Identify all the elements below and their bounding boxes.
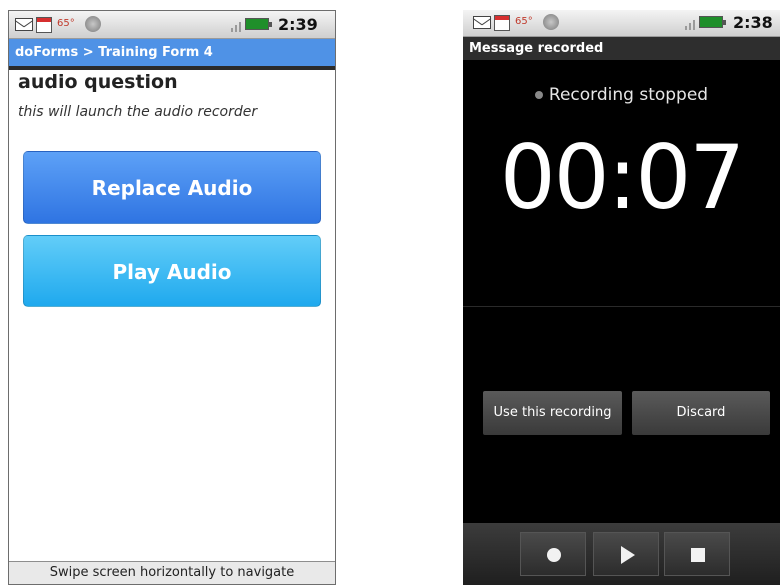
weather-icon <box>543 14 559 30</box>
weather-icon <box>85 16 101 32</box>
temperature-text: 65° <box>515 16 533 27</box>
use-recording-button[interactable]: Use this recording <box>483 391 622 435</box>
calendar-icon <box>494 15 510 31</box>
recording-status-text: Recording stopped <box>548 85 709 105</box>
calendar-icon <box>36 17 52 33</box>
record-icon <box>547 548 561 562</box>
status-bar: 65° 2:38 PM <box>463 10 780 50</box>
record-button[interactable] <box>520 532 586 576</box>
clock-time: 2:38 <box>733 13 773 32</box>
discard-button[interactable]: Discard <box>632 391 770 435</box>
status-dot-icon <box>534 91 543 99</box>
clock-time: 2:39 <box>278 15 318 34</box>
recorder-controls <box>463 523 780 585</box>
recorder-divider <box>463 306 780 307</box>
title-divider <box>9 66 335 70</box>
play-button[interactable] <box>593 532 659 576</box>
swipe-hint-footer: Swipe screen horizontally to navigate <box>9 561 335 584</box>
recorder-title-bar: Message recorded <box>463 37 780 60</box>
gmail-icon <box>15 18 33 31</box>
play-icon <box>621 546 635 564</box>
gmail-icon <box>473 16 491 29</box>
question-hint: this will launch the audio recorder <box>18 104 258 120</box>
status-bar: 65° 2:39 PM <box>9 11 335 52</box>
form-title-bar: doForms > Training Form 4 <box>9 39 335 66</box>
replace-audio-button[interactable]: Replace Audio <box>23 151 321 224</box>
doforms-screen: 65° 2:39 PM doForms > Training Form 4 au… <box>8 10 336 585</box>
question-title: audio question <box>18 71 178 93</box>
signal-icon <box>231 20 241 32</box>
audio-recorder-screen: 65° 2:38 PM Message recorded Recording s… <box>463 10 780 585</box>
recording-status: Recording stopped <box>463 85 780 105</box>
battery-icon <box>245 18 272 30</box>
temperature-text: 65° <box>57 18 75 29</box>
battery-icon <box>699 16 726 28</box>
recording-timer: 00:07 <box>499 126 746 229</box>
stop-icon <box>691 548 705 562</box>
stop-button[interactable] <box>664 532 730 576</box>
signal-icon <box>685 18 695 30</box>
play-audio-button[interactable]: Play Audio <box>23 235 321 307</box>
